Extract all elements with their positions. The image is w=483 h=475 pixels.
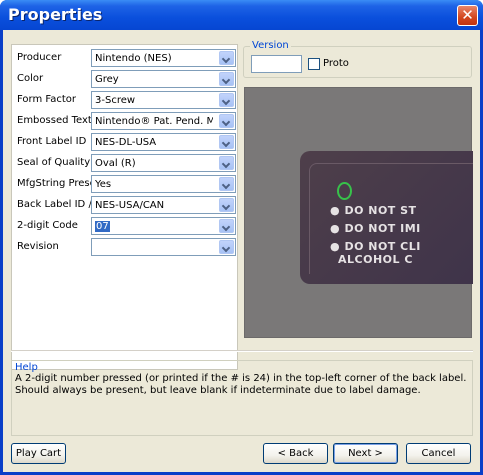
play-cart-button[interactable]: Play Cart	[11, 443, 66, 464]
version-input[interactable]	[251, 55, 302, 73]
version-legend: Version	[250, 40, 291, 51]
proto-label: Proto	[323, 58, 349, 69]
embossed-text-dropdown[interactable]: Nintendo® Pat. Pend. Made	[91, 112, 236, 130]
seal-of-quality-label: Seal of Quality	[17, 157, 91, 168]
field-row-embossed-text: Embossed Text Nintendo® Pat. Pend. Made	[12, 111, 239, 131]
next-button[interactable]: Next >	[333, 443, 398, 464]
version-group: Version Proto	[243, 40, 472, 78]
field-row-color: Color Grey	[12, 69, 239, 89]
dialog-body: Producer Nintendo (NES) Color Grey Form …	[3, 30, 480, 472]
field-row-seal-of-quality: Seal of Quality Oval (R)	[12, 153, 239, 173]
photo-text-line: ALCOHOL C	[338, 253, 413, 266]
mfgstring-present-label: MfgString Present	[17, 178, 94, 189]
mfgstring-present-value: Yes	[95, 179, 112, 190]
photo-text-line: ● DO NOT CLI	[330, 240, 421, 253]
color-label: Color	[17, 73, 44, 84]
embossed-text-value: Nintendo® Pat. Pend. Made	[95, 116, 213, 127]
seal-of-quality-dropdown[interactable]: Oval (R)	[91, 154, 236, 172]
embossed-text-label: Embossed Text	[17, 115, 92, 126]
field-row-back-label-id: Back Label ID / D NES-USA/CAN	[12, 195, 239, 215]
help-box: Help A 2-digit number pressed (or printe…	[11, 360, 473, 436]
producer-label: Producer	[17, 52, 62, 63]
photo-text-line: ● DO NOT IMI	[330, 222, 421, 235]
form-factor-label: Form Factor	[17, 94, 76, 105]
back-label-id-label: Back Label ID / D	[17, 199, 94, 210]
revision-label: Revision	[17, 241, 59, 252]
chevron-down-icon[interactable]	[219, 114, 234, 128]
help-title: Help	[15, 362, 38, 373]
2-digit-code-dropdown[interactable]: 07	[91, 217, 236, 235]
chevron-down-icon[interactable]	[219, 240, 234, 254]
separator	[11, 350, 473, 352]
field-row-revision: Revision	[12, 237, 239, 257]
back-label-id-value: NES-USA/CAN	[95, 200, 165, 211]
proto-checkbox[interactable]	[308, 58, 320, 70]
chevron-down-icon[interactable]	[219, 219, 234, 233]
mfgstring-present-dropdown[interactable]: Yes	[91, 175, 236, 193]
chevron-down-icon[interactable]	[219, 156, 234, 170]
properties-window: Properties ✕ Producer Nintendo (NES) Col…	[0, 0, 483, 475]
front-label-id-value: NES-DL-USA	[95, 137, 157, 148]
field-row-producer: Producer Nintendo (NES)	[12, 48, 239, 68]
2-digit-code-label: 2-digit Code	[17, 220, 78, 231]
back-label-id-dropdown[interactable]: NES-USA/CAN	[91, 196, 236, 214]
producer-value: Nintendo (NES)	[95, 53, 172, 64]
chevron-down-icon[interactable]	[219, 72, 234, 86]
chevron-down-icon[interactable]	[219, 93, 234, 107]
field-row-mfgstring-present: MfgString Present Yes	[12, 174, 239, 194]
seal-of-quality-value: Oval (R)	[95, 158, 136, 169]
close-icon[interactable]: ✕	[457, 5, 478, 26]
field-row-form-factor: Form Factor 3-Screw	[12, 90, 239, 110]
code-location-marker-icon	[337, 182, 352, 200]
chevron-down-icon[interactable]	[219, 177, 234, 191]
chevron-down-icon[interactable]	[219, 198, 234, 212]
color-value: Grey	[95, 74, 119, 85]
properties-field-list: Producer Nintendo (NES) Color Grey Form …	[11, 44, 238, 370]
form-factor-dropdown[interactable]: 3-Screw	[91, 91, 236, 109]
2-digit-code-value[interactable]: 07	[95, 221, 110, 232]
field-row-front-label-id: Front Label ID NES-DL-USA	[12, 132, 239, 152]
photo-text-line: ● DO NOT ST	[330, 204, 417, 217]
front-label-id-label: Front Label ID	[17, 136, 87, 147]
front-label-id-dropdown[interactable]: NES-DL-USA	[91, 133, 236, 151]
form-factor-value: 3-Screw	[95, 95, 136, 106]
chevron-down-icon[interactable]	[219, 51, 234, 65]
chevron-down-icon[interactable]	[219, 135, 234, 149]
back-label-photo: ● DO NOT ST ● DO NOT IMI ● DO NOT CLI AL…	[300, 151, 473, 284]
producer-dropdown[interactable]: Nintendo (NES)	[91, 49, 236, 67]
back-button[interactable]: < Back	[263, 443, 328, 464]
back-label-image-area: ● DO NOT ST ● DO NOT IMI ● DO NOT CLI AL…	[244, 87, 473, 338]
cancel-button[interactable]: Cancel	[406, 443, 471, 464]
color-dropdown[interactable]: Grey	[91, 70, 236, 88]
help-text: A 2-digit number pressed (or printed if …	[15, 373, 467, 396]
title-bar[interactable]: Properties ✕	[0, 0, 483, 30]
revision-dropdown[interactable]	[91, 238, 236, 256]
field-row-2-digit-code: 2-digit Code 07	[12, 216, 239, 236]
window-title: Properties	[8, 5, 103, 24]
